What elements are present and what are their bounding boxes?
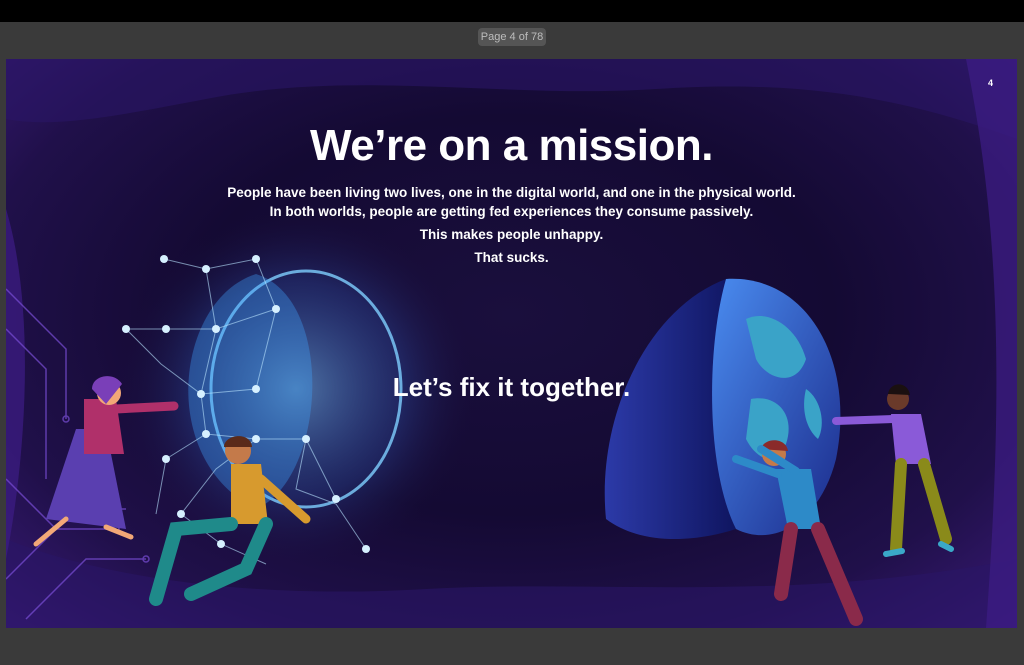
body-line-4: That sucks. <box>474 250 549 265</box>
body-line-1: People have been living two lives, one i… <box>227 185 796 200</box>
page-indicator: Page 4 of 78 <box>478 28 546 46</box>
viewer-top-bar <box>0 0 1024 22</box>
slide-headline: We’re on a mission. <box>310 121 713 170</box>
viewer-bottom-bar <box>0 628 1024 665</box>
body-line-2: In both worlds, people are getting fed e… <box>269 204 754 219</box>
woman-pushing-earth-figure <box>832 384 954 557</box>
body-line-3: This makes people unhappy. <box>419 227 604 242</box>
call-to-action-text: Let’s fix it together. <box>392 372 631 402</box>
slide: 4 We’re on a mission. People have been l… <box>6 59 1017 628</box>
slide-number: 4 <box>987 78 993 88</box>
